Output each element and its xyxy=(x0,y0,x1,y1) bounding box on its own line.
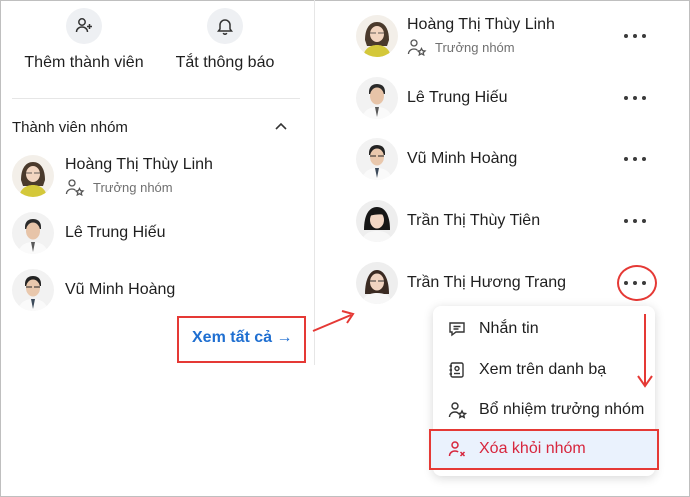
annotation-arrows xyxy=(312,310,653,388)
